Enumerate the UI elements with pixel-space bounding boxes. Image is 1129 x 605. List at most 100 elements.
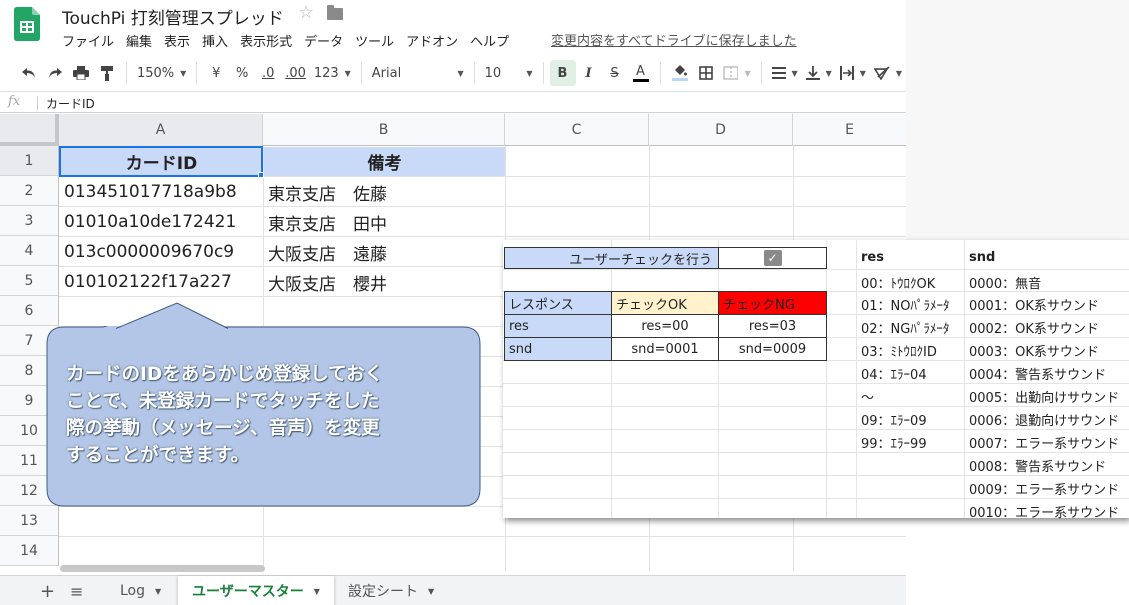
font-size-select[interactable]: 10 ▼ — [481, 60, 537, 86]
snd-list-item: 0006：退勤向けサウンド — [969, 414, 1120, 429]
res-ng-value[interactable]: res=03 — [718, 314, 827, 338]
settings-overlay: ユーザーチェックを行う ✓ レスポンス チェックOK チェックNG res re… — [503, 240, 1129, 518]
currency-button[interactable]: ¥ — [203, 60, 229, 86]
spreadsheet-app: TouchPi 打刻管理スプレッド ☆ ファイル 編集 表示 挿入 表示形式 デ… — [0, 0, 1129, 605]
grid-line — [503, 429, 1129, 430]
column-header-e[interactable]: E — [793, 114, 906, 146]
print-icon[interactable] — [68, 60, 94, 86]
row-header-14[interactable]: 14 — [0, 536, 59, 566]
fill-color-button[interactable] — [667, 60, 693, 86]
callout-line: カードのIDをあらかじめ登録しておく — [66, 364, 384, 385]
tab-settings-sheet[interactable]: 設定シート ▼ — [334, 576, 448, 605]
sheet-tab-bar: + ≡ Log ▼ ユーザーマスター ▼ 設定シート ▼ — [0, 575, 906, 605]
document-title[interactable]: TouchPi 打刻管理スプレッド — [62, 4, 284, 29]
tab-log[interactable]: Log ▼ — [106, 576, 175, 605]
strikethrough-button[interactable]: S — [602, 60, 628, 86]
cell-b2[interactable]: 東京支店 佐藤 — [263, 177, 505, 207]
menu-insert[interactable]: 挿入 — [196, 31, 234, 50]
row-header-13[interactable]: 13 — [0, 506, 59, 536]
cell-b1[interactable]: 備考 — [264, 147, 505, 176]
sheets-logo-icon[interactable] — [14, 7, 40, 41]
save-status-link[interactable]: 変更内容をすべてドライブに保存しました — [551, 30, 797, 49]
grid-line — [964, 240, 965, 518]
toolbar-divider — [126, 62, 127, 84]
grid-line — [503, 475, 1129, 476]
menu-help[interactable]: ヘルプ — [464, 31, 515, 50]
row-header-1[interactable]: 1 — [0, 146, 59, 176]
menu-edit[interactable]: 編集 — [120, 31, 158, 50]
menu-file[interactable]: ファイル — [56, 31, 120, 50]
merge-cells-icon[interactable]: ▼ — [719, 60, 755, 86]
user-check-checkbox[interactable]: ✓ — [718, 247, 827, 269]
cell-a5[interactable]: 010102122f17a227 — [59, 267, 263, 297]
menu-bar: ファイル 編集 表示 挿入 表示形式 データ ツール アドオン ヘルプ — [56, 31, 515, 50]
column-header-a[interactable]: A — [59, 114, 263, 146]
menu-view[interactable]: 表示 — [158, 31, 196, 50]
text-rotation-icon[interactable]: ▼ — [870, 60, 906, 86]
fill-color-icon — [674, 65, 687, 76]
snd-ok-value[interactable]: snd=0001 — [611, 337, 719, 361]
snd-list-item: 0008：警告系サウンド — [969, 460, 1107, 475]
redo-icon[interactable] — [42, 60, 68, 86]
grid-line — [503, 406, 1129, 407]
snd-list-item: 0005：出勤向けサウンド — [969, 391, 1120, 406]
toolbar-divider — [196, 62, 198, 84]
paint-format-icon[interactable] — [94, 60, 120, 86]
borders-icon[interactable] — [693, 60, 719, 86]
snd-ng-value[interactable]: snd=0009 — [718, 337, 827, 361]
add-sheet-button[interactable]: + — [40, 581, 55, 602]
zoom-select[interactable]: 150% ▼ — [133, 60, 190, 86]
row-header-5[interactable]: 5 — [0, 266, 59, 296]
response-header: レスポンス — [504, 291, 612, 315]
folder-icon[interactable] — [327, 5, 343, 20]
column-header-d[interactable]: D — [649, 114, 793, 146]
row-header-4[interactable]: 4 — [0, 236, 59, 266]
italic-button[interactable]: I — [576, 60, 602, 86]
tab-user-master[interactable]: ユーザーマスター ▼ — [178, 576, 334, 605]
cell-b5[interactable]: 大阪支店 櫻井 — [263, 267, 505, 297]
cell-a2[interactable]: 013451017718a9b8 — [59, 177, 263, 207]
decrease-decimal-button[interactable]: .0 — [255, 60, 281, 86]
fx-icon: fx — [8, 94, 21, 109]
horizontal-align-icon[interactable]: ▼ — [768, 60, 802, 86]
column-header-b[interactable]: B — [263, 114, 505, 146]
font-select[interactable]: Arial ▼ — [368, 60, 468, 86]
formula-input[interactable]: カードID — [46, 95, 95, 112]
menu-data[interactable]: データ — [298, 31, 349, 50]
increase-decimal-button[interactable]: .00 — [281, 60, 310, 86]
horizontal-scrollbar[interactable] — [60, 565, 265, 572]
chevron-down-icon: ▼ — [428, 586, 435, 596]
toolbar-divider — [659, 62, 661, 84]
check-ng-header: チェックNG — [718, 291, 827, 315]
font-value: Arial — [371, 65, 402, 81]
grid-line — [503, 269, 1129, 270]
undo-icon[interactable] — [16, 60, 42, 86]
text-wrap-icon[interactable]: ▼ — [836, 60, 870, 86]
cell-b3[interactable]: 東京支店 田中 — [263, 207, 505, 237]
text-color-icon: A — [636, 63, 645, 79]
cell-b4[interactable]: 大阪支店 遠藤 — [263, 237, 505, 267]
vertical-align-icon[interactable]: ▼ — [802, 60, 836, 86]
column-header-c[interactable]: C — [505, 114, 649, 146]
menu-tools[interactable]: ツール — [349, 31, 400, 50]
menu-addons[interactable]: アドオン — [400, 31, 464, 50]
row-header-2[interactable]: 2 — [0, 176, 59, 206]
res-ok-value[interactable]: res=00 — [611, 314, 719, 338]
all-sheets-button[interactable]: ≡ — [70, 582, 83, 601]
row-header-3[interactable]: 3 — [0, 206, 59, 236]
star-icon[interactable]: ☆ — [298, 2, 314, 23]
menu-format[interactable]: 表示形式 — [234, 31, 298, 50]
more-formats-button[interactable]: 123 ▼ — [310, 60, 355, 86]
check-ok-header: チェックOK — [611, 291, 719, 315]
select-all-corner[interactable] — [0, 114, 59, 146]
toolbar-divider — [473, 62, 475, 84]
cell-a3[interactable]: 01010a10de172421 — [59, 207, 263, 237]
percent-button[interactable]: % — [229, 60, 255, 86]
text-color-button[interactable]: A — [628, 60, 654, 86]
cell-a4[interactable]: 013c0000009670c9 — [59, 237, 263, 267]
formula-bar: fx カードID — [0, 91, 906, 113]
tab-label: Log — [120, 583, 146, 599]
bold-button[interactable]: B — [549, 60, 576, 86]
snd-row-label: snd — [504, 337, 612, 361]
chevron-down-icon: ▼ — [859, 68, 866, 78]
